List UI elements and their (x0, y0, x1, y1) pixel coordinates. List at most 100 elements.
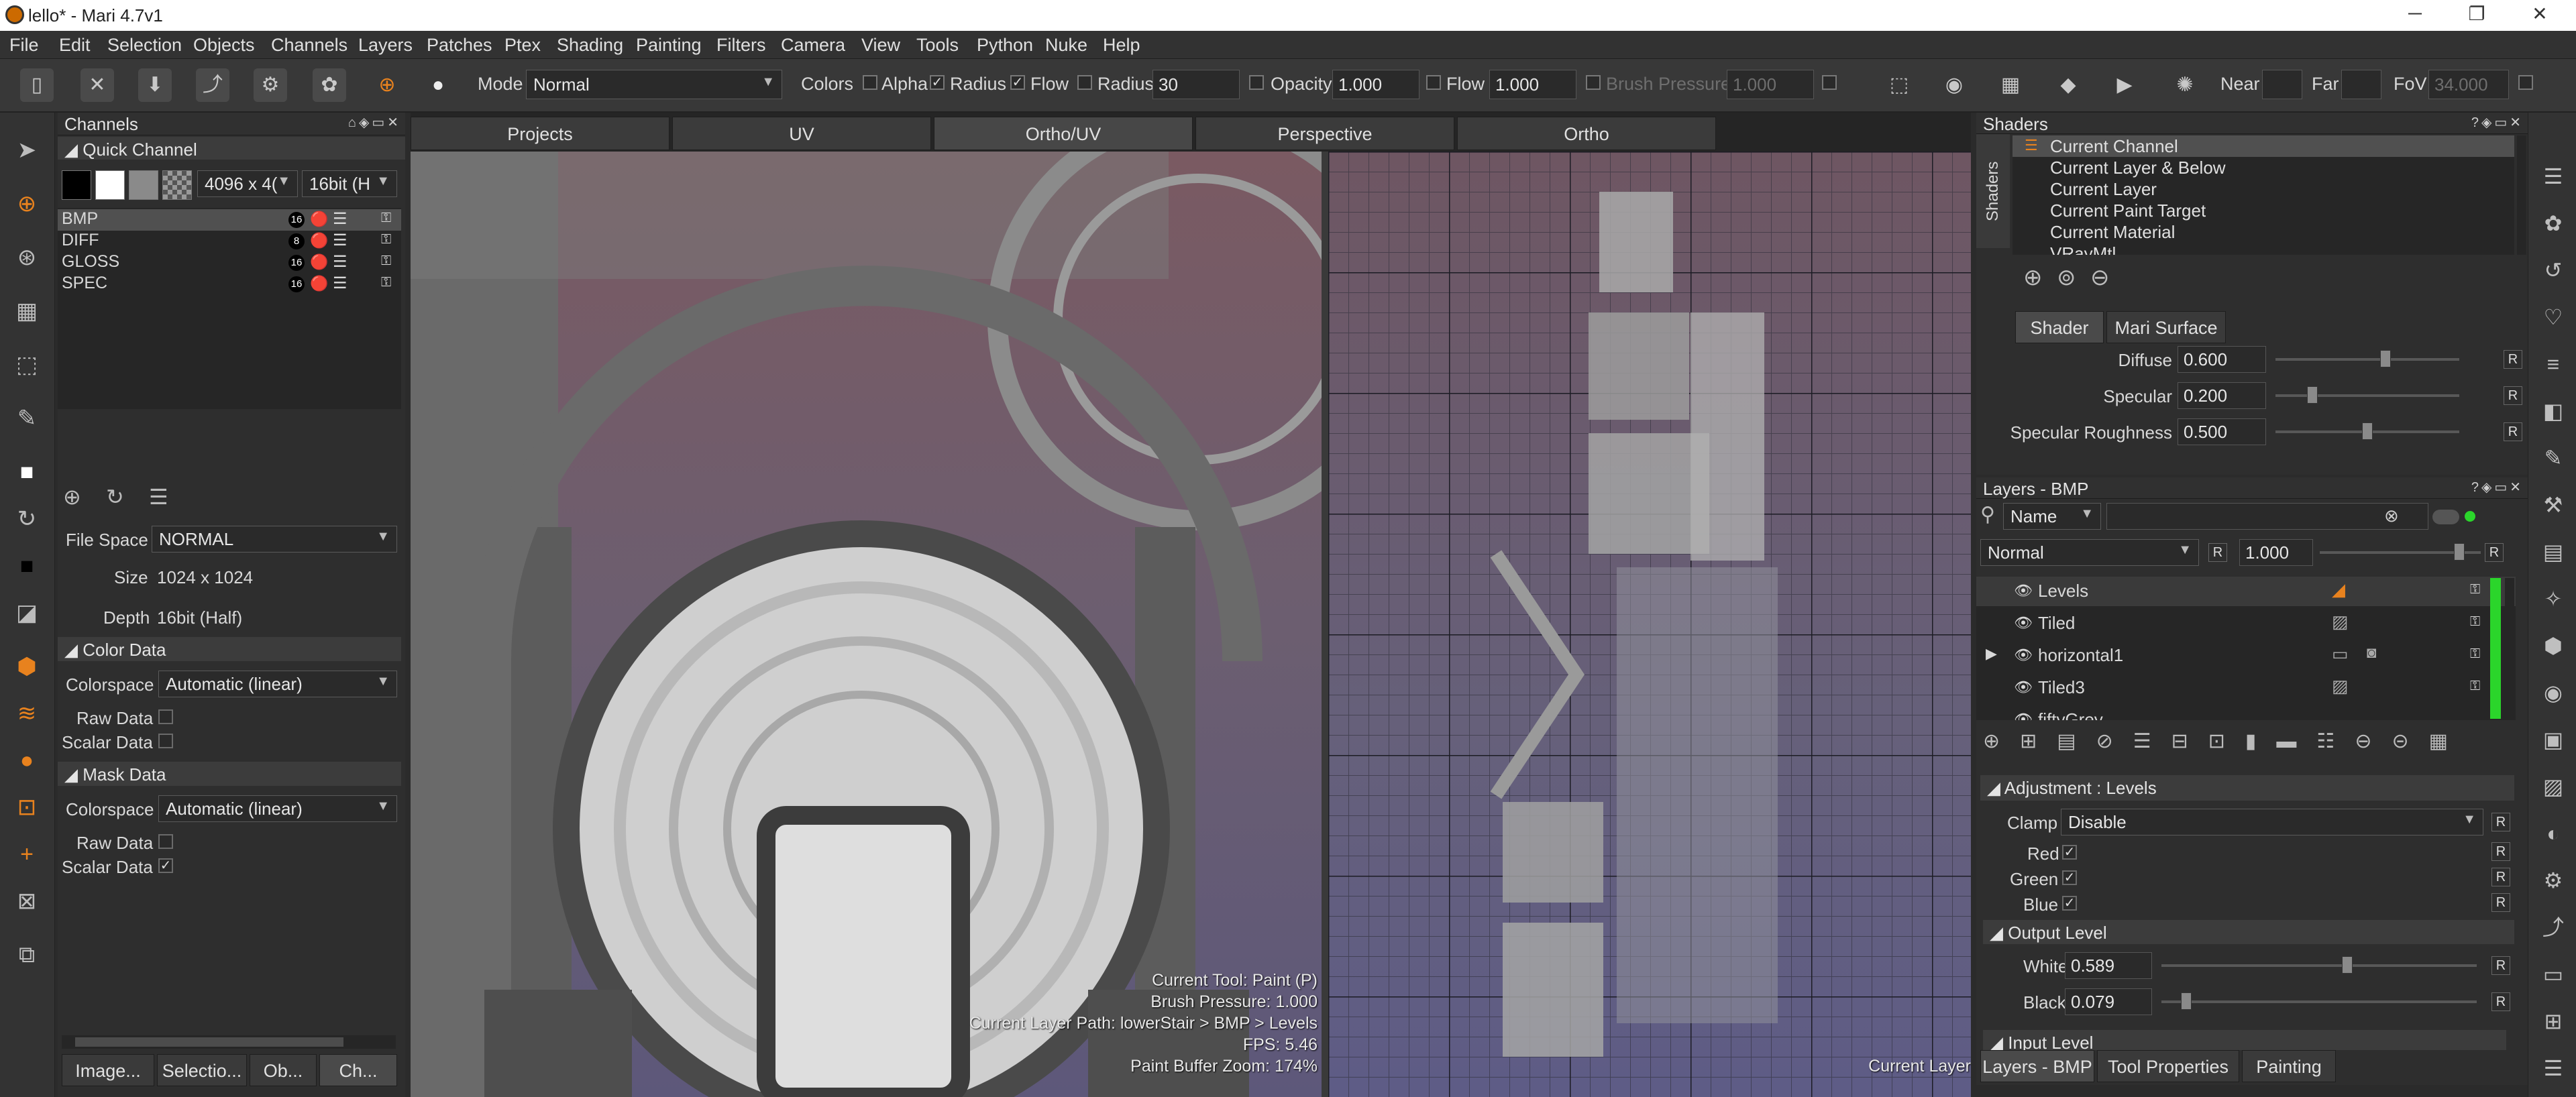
tab-shader[interactable]: Shader (2015, 311, 2104, 343)
shader-item-current-paint-target[interactable]: Current Paint Target (2012, 200, 2514, 221)
layers-stack-icon[interactable]: ☰ (2536, 160, 2570, 193)
add-shader-icon[interactable]: ⊕ (2023, 264, 2043, 291)
snapshot-icon[interactable]: ▣ (2536, 723, 2570, 756)
layer-filter-dropdown[interactable]: Name ▼ (2003, 503, 2101, 530)
white-level-slider-knob[interactable] (2341, 956, 2353, 974)
shaders-side-tab[interactable]: Shaders (1976, 134, 2010, 248)
tab-projects[interactable]: Projects (411, 117, 669, 150)
black-swatch[interactable] (62, 170, 91, 200)
menu-tools[interactable]: Tools (916, 35, 959, 56)
menu-lines-icon[interactable]: ☰ (333, 274, 347, 293)
far-input[interactable] (2341, 70, 2381, 99)
eye-icon[interactable]: 👁 (2014, 646, 2033, 664)
palette-icon[interactable]: ◉ (2536, 676, 2570, 709)
adjustment-levels-header[interactable]: ◢ Adjustment : Levels (1980, 775, 2514, 801)
mask-data-header[interactable]: ◢ Mask Data (58, 762, 401, 786)
red-checkbox[interactable]: ✓ (2062, 845, 2077, 860)
green-reset-button[interactable]: R (2491, 868, 2510, 886)
menu-file[interactable]: File (9, 35, 39, 56)
black-level-input[interactable]: 0.079 (2065, 988, 2152, 1015)
tab-layers-bmp[interactable]: Layers - BMP (1980, 1050, 2094, 1082)
channel-row-spec[interactable]: SPEC 16 🔴 ☰ ⚿ (58, 274, 401, 295)
menu-camera[interactable]: Camera (781, 35, 845, 56)
transform-icon[interactable]: ⊠ (9, 884, 44, 919)
lock-icon[interactable]: ⚿ (381, 275, 391, 290)
diffuse-input[interactable]: 0.600 (2178, 346, 2266, 373)
shader-item-current-layer-below[interactable]: Current Layer & Below (2012, 157, 2514, 178)
viewport[interactable]: Projects UV Ortho/UV Perspective Ortho C… (411, 113, 1971, 1097)
extract-icon[interactable]: ⤴ (196, 68, 229, 102)
flower-icon[interactable]: ✿ (2536, 207, 2570, 240)
paint-target-icon[interactable]: ⊕ (370, 68, 404, 102)
eye-icon[interactable]: 👁 (2014, 711, 2033, 720)
layout-icon[interactable]: ⧉ (9, 937, 44, 972)
tab-objects[interactable]: Ob... (250, 1054, 317, 1086)
color-picker-icon[interactable]: ◧ (2536, 394, 2570, 428)
near-input[interactable] (2262, 70, 2302, 99)
clamp-dropdown[interactable]: Disable ▼ (2061, 809, 2483, 835)
grid-tool-icon[interactable]: ▦ (9, 294, 44, 329)
mode-dropdown[interactable]: Normal ▼ (526, 70, 782, 99)
shader-item-current-channel[interactable]: Current Channel (2012, 135, 2514, 157)
panel-window-controls-icon[interactable]: ⌂◈▭✕ (348, 114, 401, 131)
history-icon[interactable]: ↺ (2536, 253, 2570, 287)
opacity-input[interactable]: 1.000 (1332, 70, 1419, 99)
mask-colorspace-dropdown[interactable]: Automatic (linear) ▼ (158, 795, 397, 822)
white-swatch[interactable] (95, 170, 125, 200)
lights-icon[interactable]: ✧ (2536, 582, 2570, 616)
lock-icon[interactable]: ⚿ (381, 211, 391, 226)
lock-icon[interactable]: ⚿ (2470, 582, 2480, 597)
table-icon[interactable]: ▤ (2536, 535, 2570, 569)
graph-icon[interactable]: ⤴ (2536, 911, 2570, 944)
specular-input[interactable]: 0.200 (2178, 382, 2266, 409)
color-raw-data-checkbox[interactable] (158, 709, 173, 724)
add-channel-icon[interactable]: ⊕ (63, 484, 81, 510)
layer-list-scrollbar[interactable] (2505, 578, 2514, 719)
marquee-tool-icon[interactable]: ⬚ (9, 347, 44, 382)
tab-image-manager[interactable]: Image... (62, 1054, 154, 1086)
tab-mari-surface[interactable]: Mari Surface (2106, 311, 2226, 343)
frame-icon[interactable]: ▭ (2536, 958, 2570, 991)
list-icon[interactable]: ≡ (2536, 347, 2570, 381)
menu-help[interactable]: Help (1103, 35, 1140, 56)
menu-lines-icon[interactable]: ☰ (333, 252, 347, 272)
white-level-slider[interactable] (2161, 964, 2477, 967)
menu-patches[interactable]: Patches (427, 35, 492, 56)
radius-input[interactable]: 30 (1152, 70, 1240, 99)
layer-row-fiftygrey[interactable]: 👁 fiftyGrey (1976, 705, 2516, 720)
ortho-3d-view[interactable]: Current Tool: Paint (P) Brush Pressure: … (411, 152, 1322, 1097)
remove-shader-icon[interactable]: ⊖ (2090, 264, 2110, 291)
menu-shading[interactable]: Shading (557, 35, 623, 56)
red-reset-button[interactable]: R (2491, 842, 2510, 861)
eye-icon[interactable]: 👁 (2014, 614, 2033, 632)
zoom-tool-icon[interactable]: ⊛ (9, 240, 44, 275)
brush-pressure-checkbox[interactable] (1586, 75, 1601, 90)
clear-search-icon[interactable]: ⊗ (2384, 506, 2399, 526)
background-color-swatch[interactable]: ■ (9, 548, 44, 583)
flow-input[interactable]: 1.000 (1489, 70, 1576, 99)
paint-tool-icon[interactable]: ⊕ (9, 186, 44, 221)
refresh-channel-icon[interactable]: ↻ (106, 484, 124, 510)
tab-tool-properties[interactable]: Tool Properties (2097, 1050, 2239, 1082)
tab-perspective[interactable]: Perspective (1195, 117, 1454, 150)
menu-painting[interactable]: Painting (636, 35, 702, 56)
layer-row-levels[interactable]: 👁 Levels ◢ ⚿ (1976, 577, 2516, 606)
specular-roughness-reset-button[interactable]: R (2504, 422, 2522, 441)
diffuse-reset-button[interactable]: R (2504, 350, 2522, 369)
fov-checkbox[interactable] (2518, 75, 2533, 90)
input-level-header[interactable]: ◢ Input Level (1983, 1030, 2506, 1050)
radius2-checkbox[interactable] (1077, 75, 1092, 90)
panel-window-controls-icon[interactable]: ?◈▭✕ (2471, 479, 2524, 496)
blend-mode-dropdown[interactable]: Normal ▼ (1980, 539, 2199, 566)
color-colorspace-dropdown[interactable]: Automatic (linear) ▼ (158, 671, 397, 697)
menu-icon[interactable]: ☰ (2536, 1051, 2570, 1085)
close-project-icon[interactable]: ✕ (80, 68, 114, 102)
tab-ortho[interactable]: Ortho (1457, 117, 1716, 150)
heart-icon[interactable]: ♡ (2536, 300, 2570, 334)
color-data-header[interactable]: ◢ Color Data (58, 637, 401, 661)
foreground-color-swatch[interactable]: ■ (9, 455, 44, 489)
channel-row-diff[interactable]: DIFF 8 🔴 ☰ ⚿ (58, 231, 401, 252)
lock-icon[interactable]: ⚿ (2470, 646, 2480, 662)
shader-item-current-material[interactable]: Current Material (2012, 221, 2514, 243)
mask-raw-data-checkbox[interactable] (158, 834, 173, 849)
